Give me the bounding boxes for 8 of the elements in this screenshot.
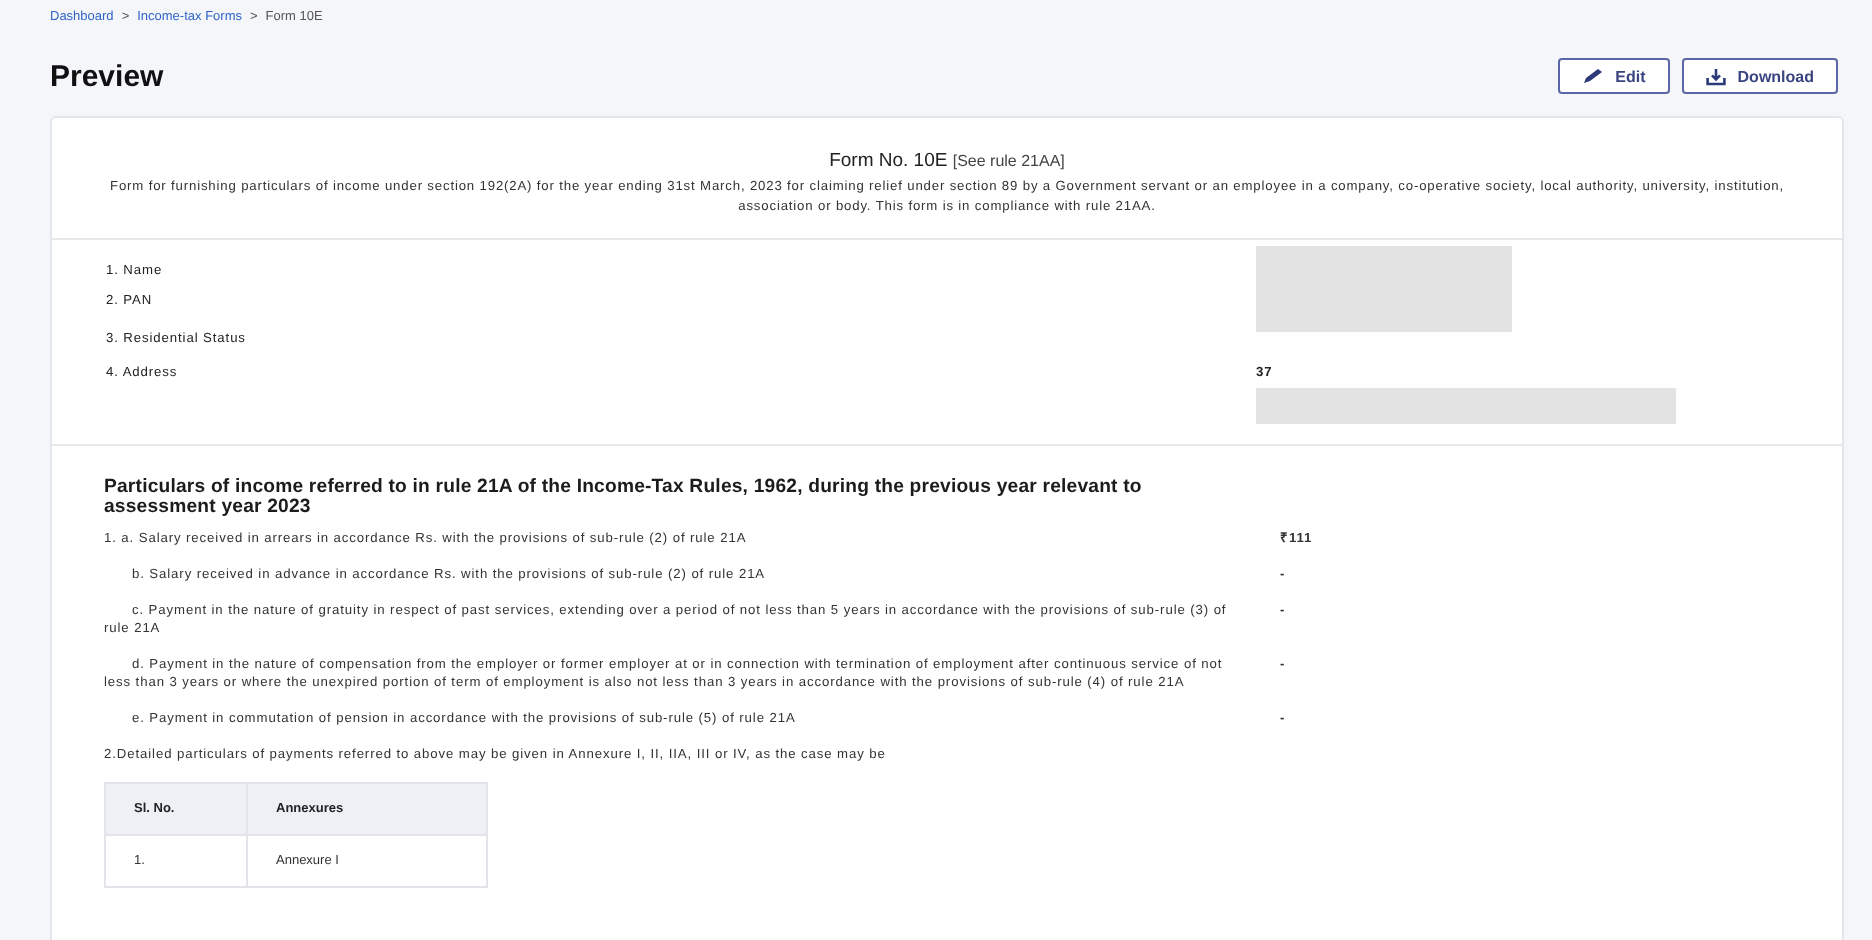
download-icon	[1705, 67, 1726, 85]
section-heading: Particulars of income referred to in rule 21A of the Income-Tax Rules, 1962, during the previous year relevant to assessment year 2023	[104, 478, 1144, 518]
form-title: Form No. 10E	[829, 150, 948, 172]
edit-button[interactable]: Edit	[1557, 58, 1670, 94]
download-button[interactable]: Download	[1681, 58, 1838, 94]
page-title: Preview	[50, 59, 164, 93]
form-rule: [See rule 21AA]	[952, 152, 1065, 170]
pencil-icon	[1581, 68, 1604, 84]
